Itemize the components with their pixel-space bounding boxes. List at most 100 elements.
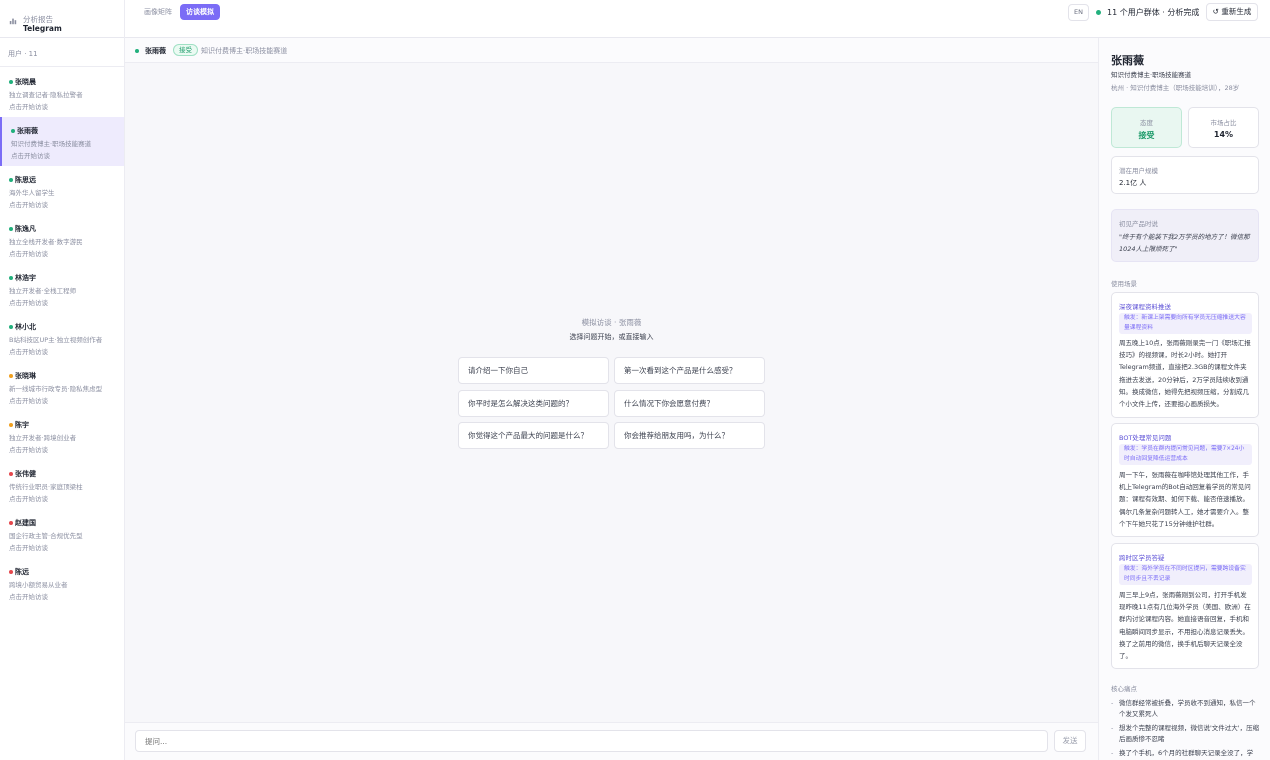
user-role: B站科技区UP主·独立视频创作者 (9, 336, 103, 344)
user-name: 张晓琳 (15, 372, 36, 380)
user-role: 独立调查记者·隐私拉警者 (9, 91, 83, 99)
market-share-label: 市场占比 (1210, 119, 1237, 127)
interview-header: 张雨薇 接受 知识付费博主·职场技能赛道 (125, 38, 1098, 63)
user-list-item[interactable]: 陈远跨境小额贸易从业者 点击开始访谈 (0, 558, 124, 607)
user-list-item[interactable]: 林小北 B站科技区UP主·独立视频创作者 点击开始访谈 (0, 313, 124, 362)
user-role: 独立全栈开发者·数字游民 (9, 238, 83, 246)
status-dot-icon (135, 49, 139, 53)
status-dot-icon (1096, 10, 1101, 15)
user-list-item[interactable]: 张伟健传统行业职员·家庭顶梁柱 点击开始访谈 (0, 460, 124, 509)
user-name: 张晓晨 (15, 78, 36, 86)
persona-name: 张雨薇 (1111, 54, 1144, 67)
status-dot-icon (9, 374, 13, 378)
divider (0, 66, 124, 67)
persona-meta: 杭州 · 知识付费博主（职场技能培训），28岁 (1111, 84, 1240, 92)
start-interview-hint: 点击开始访谈 (9, 593, 48, 601)
user-name: 林浩宇 (15, 274, 36, 282)
user-name: 陈宇 (15, 421, 29, 429)
user-name: 陈思远 (15, 176, 36, 184)
user-list-item[interactable]: 陈逸凡独立全栈开发者·数字游民 点击开始访谈 (0, 215, 124, 264)
scenario-body: 周三早上9点，张雨薇刚到公司，打开手机发现昨晚11点有几位海外学员（美国、欧洲）… (1119, 591, 1251, 661)
user-list-item[interactable]: 陈宇独立开发者·跨境创业者 点击开始访谈 (0, 411, 124, 460)
user-sidebar: 用户 · 11 张晓晨独立调查记者·隐私拉警者 点击开始访谈 张雨薇知识付费博主·职… (0, 38, 125, 760)
user-list-item[interactable]: 张雨薇 知识付费博主·职场技能赛道 点击开始访谈 (0, 117, 124, 166)
suggested-question-button[interactable]: 什么情况下你会愿意付费？ (614, 390, 765, 417)
scenario-card: BOT处理常见问题 触发：学员在群内提问常见问题，需要7×24小时自动回复降低运… (1111, 423, 1259, 537)
user-list-item[interactable]: 张晓晨 独立调查记者·隐私拉警者 点击开始访谈 (0, 68, 124, 117)
interviewee-name: 张雨薇 (145, 47, 166, 55)
pain-point-item: 想发个完整的课程视频，微信说'文件过大'，压缩后画质惨不忍睹 (1111, 723, 1261, 745)
quote-label: 初见产品时说 (1119, 220, 1158, 228)
status-dot-icon (9, 80, 13, 84)
start-interview-hint: 点击开始访谈 (9, 495, 48, 503)
user-role: 知识付费博主·职场技能赛道 (11, 140, 92, 148)
top-bar: 分析报告 Telegram 画像矩阵 访谈模拟 EN 11 个用户群体 · 分析… (0, 0, 1270, 38)
status-dot-icon (9, 276, 13, 280)
start-interview-hint: 点击开始访谈 (9, 250, 48, 258)
status-dot-icon (11, 129, 15, 133)
pain-point-item: 换了个手机，6个月的社群聊天记录全没了，学 (1111, 748, 1261, 759)
scenario-title: 深夜课程资料推送 (1119, 303, 1171, 311)
attitude-card: 态度 接受 (1111, 107, 1182, 148)
user-list-item[interactable]: 陈思远海外华人留学生 点击开始访谈 (0, 166, 124, 215)
user-role: 独立开发者·跨境创业者 (9, 434, 77, 442)
start-interview-hint: 点击开始访谈 (9, 201, 48, 209)
empty-state-title: 模拟访谈 · 张雨薇 (581, 318, 642, 327)
tab-persona-matrix[interactable]: 画像矩阵 (138, 4, 178, 20)
user-name: 赵建国 (15, 519, 36, 527)
user-list-item[interactable]: 张晓琳 新一线城市行政专员·隐私焦虑型 点击开始访谈 (0, 362, 124, 411)
market-share-value: 14% (1213, 130, 1234, 139)
market-share-card: 市场占比 14% (1188, 107, 1259, 148)
suggested-question-button[interactable]: 你觉得这个产品最大的问题是什么？ (458, 422, 609, 449)
tab-interview-simulation[interactable]: 访谈模拟 (180, 4, 220, 20)
start-interview-hint: 点击开始访谈 (9, 544, 48, 552)
interview-panel: 张雨薇 接受 知识付费博主·职场技能赛道 模拟访谈 · 张雨薇 选择问题开始，或… (125, 38, 1098, 760)
scenario-title: 跨时区学员答疑 (1119, 554, 1165, 562)
user-name: 陈逸凡 (15, 225, 36, 233)
status-dot-icon (9, 227, 13, 231)
scenario-body: 周五晚上10点，张雨薇刚录完一门《职场汇报技巧》的视频课，时长2小时。她打开Te… (1119, 339, 1251, 409)
start-interview-hint: 点击开始访谈 (9, 299, 48, 307)
user-role: 跨境小额贸易从业者 (9, 581, 68, 589)
user-list-item[interactable]: 林浩宇独立开发者·全栈工程师 点击开始访谈 (0, 264, 124, 313)
attitude-label: 态度 (1140, 119, 1153, 127)
status-dot-icon (9, 423, 13, 427)
potential-users-value: 2.1亿 人 (1119, 179, 1147, 187)
user-list-item[interactable]: 赵建国 国企行政主管·合规优先型 点击开始访谈 (0, 509, 124, 558)
potential-users-label: 潜在用户规模 (1119, 167, 1158, 175)
user-name: 张雨薇 (17, 127, 38, 135)
potential-users-card: 潜在用户规模 2.1亿 人 (1111, 156, 1259, 194)
status-dot-icon (9, 570, 13, 574)
quote-text: "终于有个能装下我2万学员的地方了！微信那1024人上限烦死了" (1119, 233, 1250, 253)
scenario-title: BOT处理常见问题 (1119, 434, 1172, 442)
user-role: 新一线城市行政专员·隐私焦虑型 (9, 385, 103, 393)
interviewee-role: 知识付费博主·职场技能赛道 (201, 47, 288, 55)
start-interview-hint: 点击开始访谈 (9, 348, 48, 356)
attitude-badge: 接受 (173, 44, 198, 56)
analysis-status: 11 个用户群体 · 分析完成 (1107, 8, 1200, 17)
suggested-question-button[interactable]: 请介绍一下你自己 (458, 357, 609, 384)
attitude-value: 接受 (1138, 131, 1155, 140)
start-interview-hint: 点击开始访谈 (9, 446, 48, 454)
language-toggle-button[interactable]: EN (1068, 4, 1089, 21)
suggested-question-button[interactable]: 你会推荐给朋友用吗，为什么？ (614, 422, 765, 449)
user-role: 传统行业职员·家庭顶梁柱 (9, 483, 83, 491)
pain-points-section-title: 核心痛点 (1111, 685, 1137, 693)
send-button[interactable]: 发送 (1054, 730, 1086, 752)
users-count-label: 用户 · 11 (8, 50, 38, 58)
user-role: 独立开发者·全栈工程师 (9, 287, 77, 295)
suggested-question-button[interactable]: 第一次看到这个产品是什么感受？ (614, 357, 765, 384)
scenario-trigger: 触发：新课上架需要向所有学员无压缩推送大容量课程资料 (1119, 313, 1252, 334)
chart-icon (9, 18, 17, 25)
suggested-question-button[interactable]: 你平时是怎么解决这类问题的？ (458, 390, 609, 417)
input-bar: 发送 (125, 722, 1098, 760)
question-input[interactable] (135, 730, 1048, 752)
scenario-card: 跨时区学员答疑 触发：海外学员在不同时区提问，需要跨设备实时同步且不丢记录 周三… (1111, 543, 1259, 669)
first-impression-quote-card: 初见产品时说 "终于有个能装下我2万学员的地方了！微信那1024人上限烦死了" (1111, 209, 1259, 262)
scenario-card: 深夜课程资料推送 触发：新课上架需要向所有学员无压缩推送大容量课程资料 周五晚上… (1111, 292, 1259, 418)
user-name: 张伟健 (15, 470, 36, 478)
user-role: 海外华人留学生 (9, 189, 55, 197)
regenerate-button[interactable]: ↺ 重新生成 (1206, 3, 1258, 21)
scenarios-section-title: 使用场景 (1111, 280, 1137, 288)
user-name: 陈远 (15, 568, 29, 576)
